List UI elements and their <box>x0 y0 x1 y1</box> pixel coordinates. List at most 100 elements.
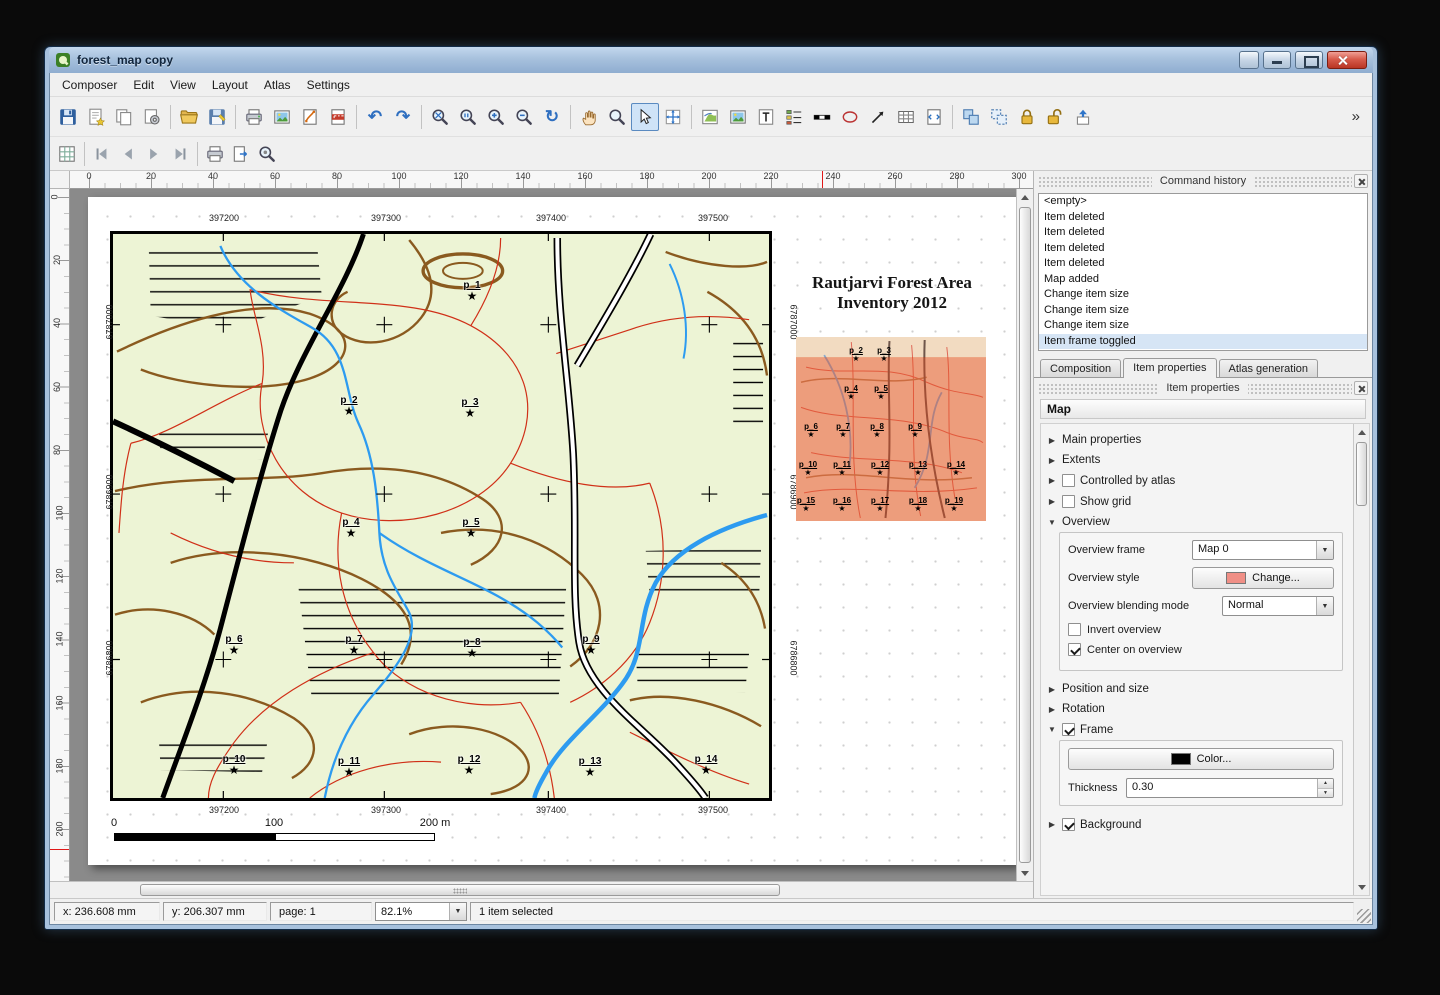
frame-thickness-spinbox[interactable]: 0.30 ▲▼ <box>1126 778 1334 798</box>
dock-tab[interactable]: Item properties <box>1123 358 1216 378</box>
zoom-tool-icon[interactable] <box>603 103 631 131</box>
pan-icon[interactable] <box>575 103 603 131</box>
dock-tab[interactable]: Atlas generation <box>1219 359 1319 377</box>
add-label-icon[interactable] <box>752 103 780 131</box>
command-history-header[interactable]: Command history <box>1036 173 1370 190</box>
close-panel-icon[interactable] <box>1354 381 1368 395</box>
zoom-actual-size-icon[interactable] <box>454 103 482 131</box>
composition-title-label[interactable]: Rautjarvi Forest Area Inventory 2012 <box>776 273 1008 313</box>
frame-checkbox[interactable] <box>1062 723 1075 736</box>
save-template-icon[interactable] <box>203 103 231 131</box>
history-item[interactable]: Item deleted <box>1039 210 1367 226</box>
raise-items-icon[interactable] <box>1069 103 1097 131</box>
add-html-frame-icon[interactable] <box>920 103 948 131</box>
overview-map-item[interactable]: p_2 ★ p_3 ★ <box>796 337 986 521</box>
section-background[interactable]: ▶ Background <box>1045 814 1349 835</box>
print-icon[interactable] <box>240 103 268 131</box>
zoom-in-icon[interactable] <box>482 103 510 131</box>
move-item-content-icon[interactable] <box>659 103 687 131</box>
export-pdf-icon[interactable] <box>324 103 352 131</box>
toolbar-overflow-button[interactable]: » <box>1344 108 1368 125</box>
composer-canvas[interactable]: p_1 ★ p_2 ★ <box>70 189 1016 881</box>
duplicate-composition-icon[interactable] <box>110 103 138 131</box>
add-shape-icon[interactable] <box>836 103 864 131</box>
add-arrow-icon[interactable] <box>864 103 892 131</box>
frame-color-button[interactable]: Color... <box>1068 748 1334 770</box>
zoom-full-icon[interactable] <box>426 103 454 131</box>
zoom-out-icon[interactable] <box>510 103 538 131</box>
export-svg-icon[interactable] <box>296 103 324 131</box>
export-atlas-icon[interactable] <box>228 141 254 167</box>
load-template-icon[interactable] <box>175 103 203 131</box>
section-overview[interactable]: ▼ Overview <box>1045 512 1349 532</box>
export-image-icon[interactable] <box>268 103 296 131</box>
window-resize-grip[interactable] <box>1357 909 1371 923</box>
show-grid-checkbox[interactable] <box>1062 495 1075 508</box>
history-item[interactable]: Item frame toggled <box>1039 334 1367 350</box>
refresh-icon[interactable]: ↻ <box>538 103 566 131</box>
controlled-by-atlas-checkbox[interactable] <box>1062 474 1075 487</box>
add-map-icon[interactable] <box>696 103 724 131</box>
unlock-items-icon[interactable] <box>1041 103 1069 131</box>
menu-item[interactable]: Settings <box>299 75 358 95</box>
redo-icon[interactable]: ↷ <box>389 103 417 131</box>
overview-frame-combobox[interactable]: Map 0 ▼ <box>1192 540 1334 560</box>
command-history-list[interactable]: <empty>Item deletedItem deletedItem dele… <box>1038 193 1368 351</box>
menu-item[interactable]: Edit <box>125 75 162 95</box>
menu-item[interactable]: View <box>162 75 204 95</box>
menu-item[interactable]: Composer <box>54 75 125 95</box>
item-properties-header[interactable]: Item properties <box>1036 380 1370 397</box>
composition-page[interactable]: p_1 ★ p_2 ★ <box>88 197 1016 865</box>
background-checkbox[interactable] <box>1062 818 1075 831</box>
atlas-preview-icon[interactable] <box>54 141 80 167</box>
dock-tab[interactable]: Composition <box>1040 359 1121 377</box>
spinner-buttons[interactable]: ▲▼ <box>1317 779 1333 797</box>
section-frame[interactable]: ▼ Frame <box>1045 719 1349 740</box>
save-project-icon[interactable] <box>54 103 82 131</box>
overview-blending-combobox[interactable]: Normal ▼ <box>1222 596 1334 616</box>
history-item[interactable]: Change item size <box>1039 287 1367 303</box>
new-composition-icon[interactable] <box>82 103 110 131</box>
history-item[interactable]: Item deleted <box>1039 241 1367 257</box>
last-feature-icon[interactable] <box>167 141 193 167</box>
canvas-vertical-scrollbar[interactable] <box>1016 189 1033 881</box>
history-item[interactable]: Change item size <box>1039 318 1367 334</box>
map-item[interactable]: p_1 ★ p_2 ★ <box>110 231 772 801</box>
first-feature-icon[interactable] <box>89 141 115 167</box>
close-panel-icon[interactable] <box>1354 174 1368 188</box>
maximize-button[interactable] <box>1295 51 1323 69</box>
composer-manager-icon[interactable] <box>138 103 166 131</box>
history-item[interactable]: Change item size <box>1039 303 1367 319</box>
add-attribute-table-icon[interactable] <box>892 103 920 131</box>
ungroup-items-icon[interactable] <box>985 103 1013 131</box>
section-extents[interactable]: ▶ Extents <box>1045 450 1349 470</box>
zoom-level-combobox[interactable]: 82.1% ▼ <box>375 902 467 921</box>
atlas-settings-icon[interactable] <box>254 141 280 167</box>
section-show-grid[interactable]: ▶ Show grid <box>1045 491 1349 512</box>
properties-scrollbar[interactable] <box>1353 424 1369 895</box>
section-position-and-size[interactable]: ▶ Position and size <box>1045 679 1349 699</box>
section-rotation[interactable]: ▶ Rotation <box>1045 699 1349 719</box>
group-items-icon[interactable] <box>957 103 985 131</box>
history-item[interactable]: Item deleted <box>1039 225 1367 241</box>
section-main-properties[interactable]: ▶ Main properties <box>1045 430 1349 450</box>
history-item[interactable]: Map added <box>1039 272 1367 288</box>
window-pill-button[interactable] <box>1239 51 1259 69</box>
print-atlas-icon[interactable] <box>202 141 228 167</box>
minimize-button[interactable] <box>1263 51 1291 69</box>
menu-item[interactable]: Atlas <box>256 75 299 95</box>
menu-item[interactable]: Layout <box>204 75 256 95</box>
next-feature-icon[interactable] <box>141 141 167 167</box>
add-scalebar-icon[interactable] <box>808 103 836 131</box>
select-move-item-icon[interactable] <box>631 103 659 131</box>
history-item[interactable]: <empty> <box>1039 194 1367 210</box>
overview-style-change-button[interactable]: Change... <box>1192 567 1334 589</box>
canvas-horizontal-scrollbar[interactable] <box>50 882 1033 898</box>
close-button[interactable] <box>1327 51 1367 69</box>
center-on-overview-checkbox[interactable] <box>1068 643 1081 656</box>
lock-items-icon[interactable] <box>1013 103 1041 131</box>
section-controlled-by-atlas[interactable]: ▶ Controlled by atlas <box>1045 470 1349 491</box>
add-image-icon[interactable] <box>724 103 752 131</box>
history-item[interactable]: Item deleted <box>1039 256 1367 272</box>
scalebar-item[interactable]: 0100200 m <box>114 817 474 841</box>
